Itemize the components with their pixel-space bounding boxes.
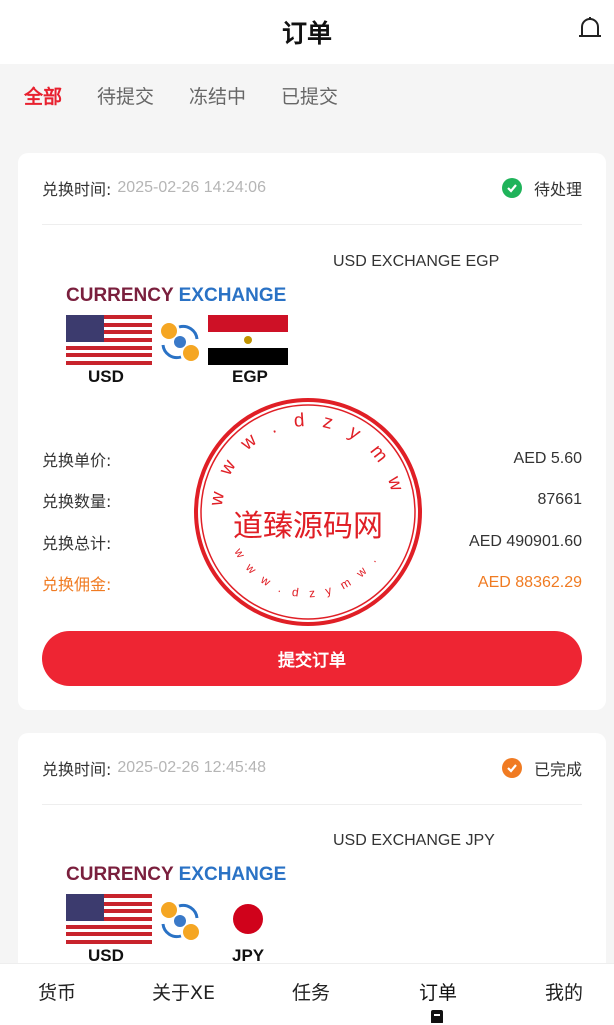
unit-price-label: 兑换单价: — [42, 451, 112, 470]
product-name: USD EXCHANGE JPY — [333, 832, 495, 849]
commission-label: 兑换佣金: — [42, 575, 112, 594]
bottom-nav: 货币 关于XE 任务 订单 我的 — [0, 963, 614, 1025]
watermark-text: 道臻源码网 — [233, 509, 383, 544]
unit-price-value: AED 5.60 — [513, 450, 582, 467]
quantity-label: 兑换数量: — [42, 492, 112, 511]
nav-item-tasks[interactable]: 任务 — [292, 978, 330, 1005]
total-value: AED 490901.60 — [469, 533, 582, 550]
svg-text:w w w . d z y m w . c o m: w w w . d z y m w . c o m — [192, 396, 410, 509]
status-text: 待处理 — [533, 180, 582, 199]
submit-order-button[interactable]: 提交订单 — [42, 631, 582, 686]
currency-exchange-logo: CURRENCY EXCHANGE USD EGP — [66, 285, 296, 395]
currency-exchange-logo: CURRENCY EXCHANGE USD JPY — [66, 864, 296, 974]
tab-submitted[interactable]: 已提交 — [281, 82, 338, 109]
status-badge: 待处理 — [501, 176, 582, 200]
divider — [42, 804, 582, 805]
japan-flag-icon — [233, 904, 263, 934]
egypt-flag-icon — [208, 315, 288, 365]
tab-pending-submit[interactable]: 待提交 — [97, 82, 154, 109]
page-title: 订单 — [281, 19, 332, 48]
order-time: 2025-02-26 12:45:48 — [117, 759, 266, 776]
usa-flag-icon — [66, 315, 152, 365]
usa-flag-icon — [66, 894, 152, 944]
order-time-label: 兑换时间: — [42, 180, 112, 199]
order-header: 兑换时间: 2025-02-26 14:24:06 待处理 — [42, 175, 582, 201]
from-currency-code: USD — [88, 367, 124, 386]
green-check-icon — [501, 178, 522, 198]
divider — [42, 224, 582, 225]
tab-frozen[interactable]: 冻结中 — [189, 82, 246, 109]
quantity-value: 87661 — [537, 491, 583, 508]
total-label: 兑换总计: — [42, 534, 112, 553]
nav-item-about-xe[interactable]: 关于XE — [152, 978, 215, 1005]
nav-item-orders[interactable]: 订单 — [419, 978, 457, 1005]
logo-title: CURRENCY EXCHANGE — [66, 285, 287, 306]
clipboard-icon — [431, 1010, 443, 1023]
exchange-arrows-icon — [161, 902, 199, 940]
to-currency-code: EGP — [232, 367, 268, 386]
order-time-label: 兑换时间: — [42, 760, 112, 779]
order-time: 2025-02-26 14:24:06 — [117, 179, 266, 196]
nav-item-currency[interactable]: 货币 — [38, 978, 76, 1005]
commission-value: AED 88362.29 — [477, 574, 582, 591]
order-header: 兑换时间: 2025-02-26 12:45:48 已完成 — [42, 755, 582, 781]
product-name: USD EXCHANGE EGP — [333, 253, 500, 270]
status-tabs: 全部 待提交 冻结中 已提交 — [24, 82, 373, 109]
status-badge: 已完成 — [501, 756, 582, 780]
bell-icon[interactable] — [576, 14, 604, 42]
orange-check-icon — [501, 758, 522, 778]
top-bar: 订单 — [0, 0, 614, 64]
tab-all[interactable]: 全部 — [24, 82, 62, 109]
exchange-arrows-icon — [161, 323, 199, 361]
watermark-stamp: w w w . d z y m w . c o m w w w . d z y … — [192, 396, 422, 626]
nav-item-mine[interactable]: 我的 — [545, 978, 583, 1005]
status-text: 已完成 — [533, 760, 582, 779]
logo-title: CURRENCY EXCHANGE — [66, 864, 287, 885]
